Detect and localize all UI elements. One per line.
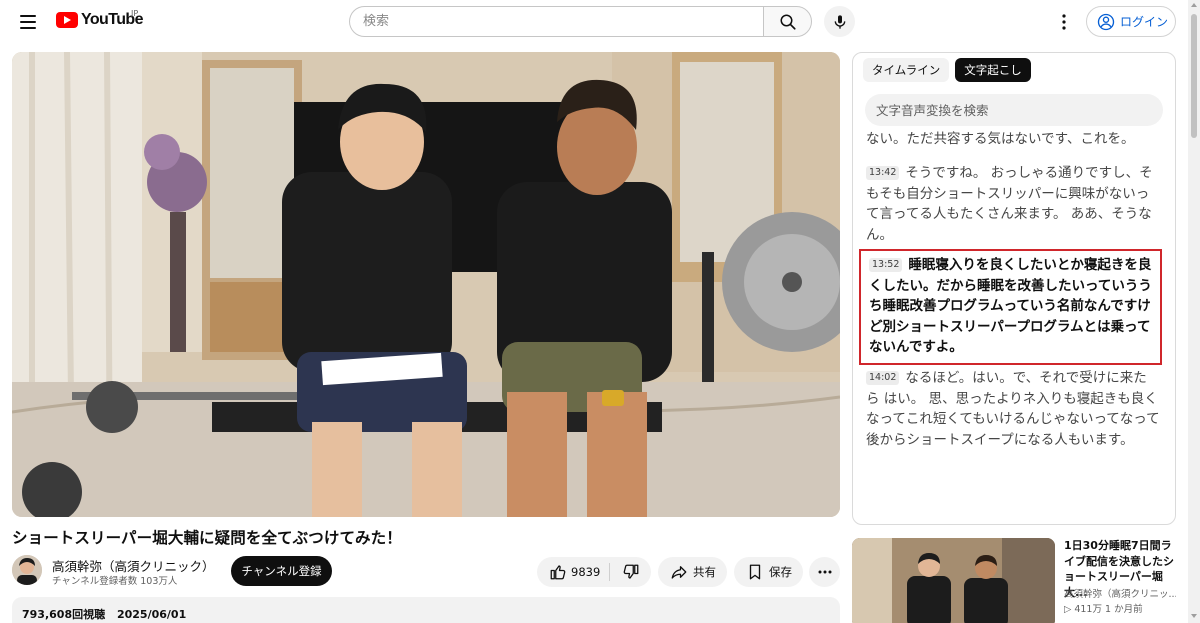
recommended-channel[interactable]: 高須幹弥（高須クリニッ... [1064, 586, 1176, 600]
page-scrollbar[interactable] [1188, 0, 1200, 623]
transcript-segment[interactable]: 13:42 そうですね。 おっしゃる通りですし、そもそも自分ショートスリッパーに興… [866, 163, 1160, 245]
transcript-search-input[interactable] [865, 94, 1163, 126]
login-label: ログイン [1120, 15, 1169, 29]
scroll-up-arrow-icon[interactable] [1191, 3, 1197, 7]
video-title: ショートスリーパー堀大輔に疑問を全てぶつけてみた！ [12, 529, 402, 547]
menu-icon-bar [20, 21, 36, 23]
segment-timestamp: 14:02 [866, 371, 900, 385]
login-button[interactable]: ログイン [1086, 6, 1176, 37]
more-actions-button[interactable] [809, 557, 840, 587]
account-circle-icon [1097, 13, 1115, 30]
transcript-segment[interactable]: ない。ただ共容する気はないです、これを。 [866, 129, 1160, 150]
channel-avatar[interactable] [12, 555, 42, 585]
share-label: 共有 [693, 565, 716, 579]
search-input[interactable] [349, 6, 763, 37]
logo-region-code: JP [131, 9, 139, 18]
share-arrow-icon [671, 566, 687, 579]
horizontal-dots-icon [818, 570, 831, 574]
share-button[interactable]: 共有 [658, 557, 727, 587]
youtube-logo[interactable]: YouTube [56, 11, 143, 29]
segment-text: 睡眠寝入りを良くしたいとか寝起きを良くしたい。だから睡眠を改善したいっていううち… [869, 257, 1152, 355]
thumbs-up-icon [550, 565, 566, 580]
guide-menu-button[interactable] [14, 8, 42, 36]
dislike-button[interactable] [610, 557, 651, 587]
scrollbar-thumb[interactable] [1191, 14, 1197, 138]
subscribe-button[interactable]: チャンネル登録 [231, 556, 332, 586]
transcript-segment[interactable]: 14:02 なるほど。はい。で、それで受けに来たら はい。 思、思ったよりネ入りも… [866, 368, 1160, 450]
transcript-segment-list[interactable]: ない。ただ共容する気はないです、これを。 13:42 そうですね。 おっしゃる通り… [853, 127, 1175, 524]
youtube-play-icon [56, 12, 78, 28]
vertical-dots-icon [1062, 14, 1066, 30]
recommended-age: 1 か月前 [1105, 604, 1143, 615]
description-box[interactable]: 793,608回視聴 2025/06/01 [12, 597, 840, 623]
masthead: YouTube JP ログイン [0, 0, 1188, 44]
settings-more-button[interactable] [1052, 10, 1076, 34]
video-frame-illustration [12, 52, 840, 517]
search-button[interactable] [763, 6, 812, 37]
save-button[interactable]: 保存 [734, 557, 803, 587]
segment-text: なるほど。はい。で、それで受けに来たら はい。 思、思ったよりネ入りも寝起きも良… [866, 370, 1160, 448]
microphone-icon [834, 14, 845, 29]
tab-timeline[interactable]: タイムライン [863, 58, 950, 82]
recommended-meta: ▷ 411万 1 か月前 [1064, 601, 1143, 615]
search-icon [780, 14, 796, 30]
recommended-views: ▷ 411万 [1064, 604, 1102, 615]
segment-text: ない。ただ共容する気はないです、これを。 [866, 131, 1135, 147]
thumbnail-image [852, 538, 1055, 623]
bookmark-icon [749, 564, 761, 580]
recommended-thumbnail[interactable] [852, 538, 1055, 623]
tab-transcript[interactable]: 文字起こし [955, 58, 1031, 82]
recommended-video[interactable]: 1日30分睡眠7日間ライブ配信を決意したショートスリーパー堀大... 高須幹弥（… [852, 538, 1176, 623]
voice-search-button[interactable] [824, 6, 855, 37]
save-label: 保存 [769, 565, 792, 579]
panel-tabs: タイムライン 文字起こし [863, 58, 1031, 82]
upload-date: 2025/06/01 [116, 608, 187, 621]
transcript-segment-active[interactable]: 13:52 睡眠寝入りを良くしたいとか寝起きを良くしたい。だから睡眠を改善したいっ… [859, 249, 1162, 365]
scroll-down-arrow-icon[interactable] [1191, 614, 1197, 618]
like-dislike-group: 9839 [537, 557, 651, 587]
video-player[interactable] [12, 52, 840, 517]
thumbs-down-icon [623, 564, 638, 579]
transcript-panel: タイムライン 文字起こし ない。ただ共容する気はないです、これを。 13:42そ… [852, 52, 1176, 525]
menu-icon-bar [20, 15, 36, 17]
menu-icon-bar [20, 27, 36, 29]
segment-timestamp: 13:42 [866, 166, 900, 180]
like-button[interactable]: 9839 [537, 557, 609, 587]
segment-timestamp: 13:52 [869, 258, 903, 272]
like-count: 9839 [571, 565, 601, 579]
subscriber-count: チャンネル登録者数 103万人 [52, 576, 178, 587]
segment-text: そうですね。 おっしゃる通りですし、そもそも自分ショートスリッパーに興味がないっ… [866, 165, 1153, 243]
view-count: 793,608回視聴 [22, 608, 106, 621]
avatar-image [12, 555, 42, 585]
